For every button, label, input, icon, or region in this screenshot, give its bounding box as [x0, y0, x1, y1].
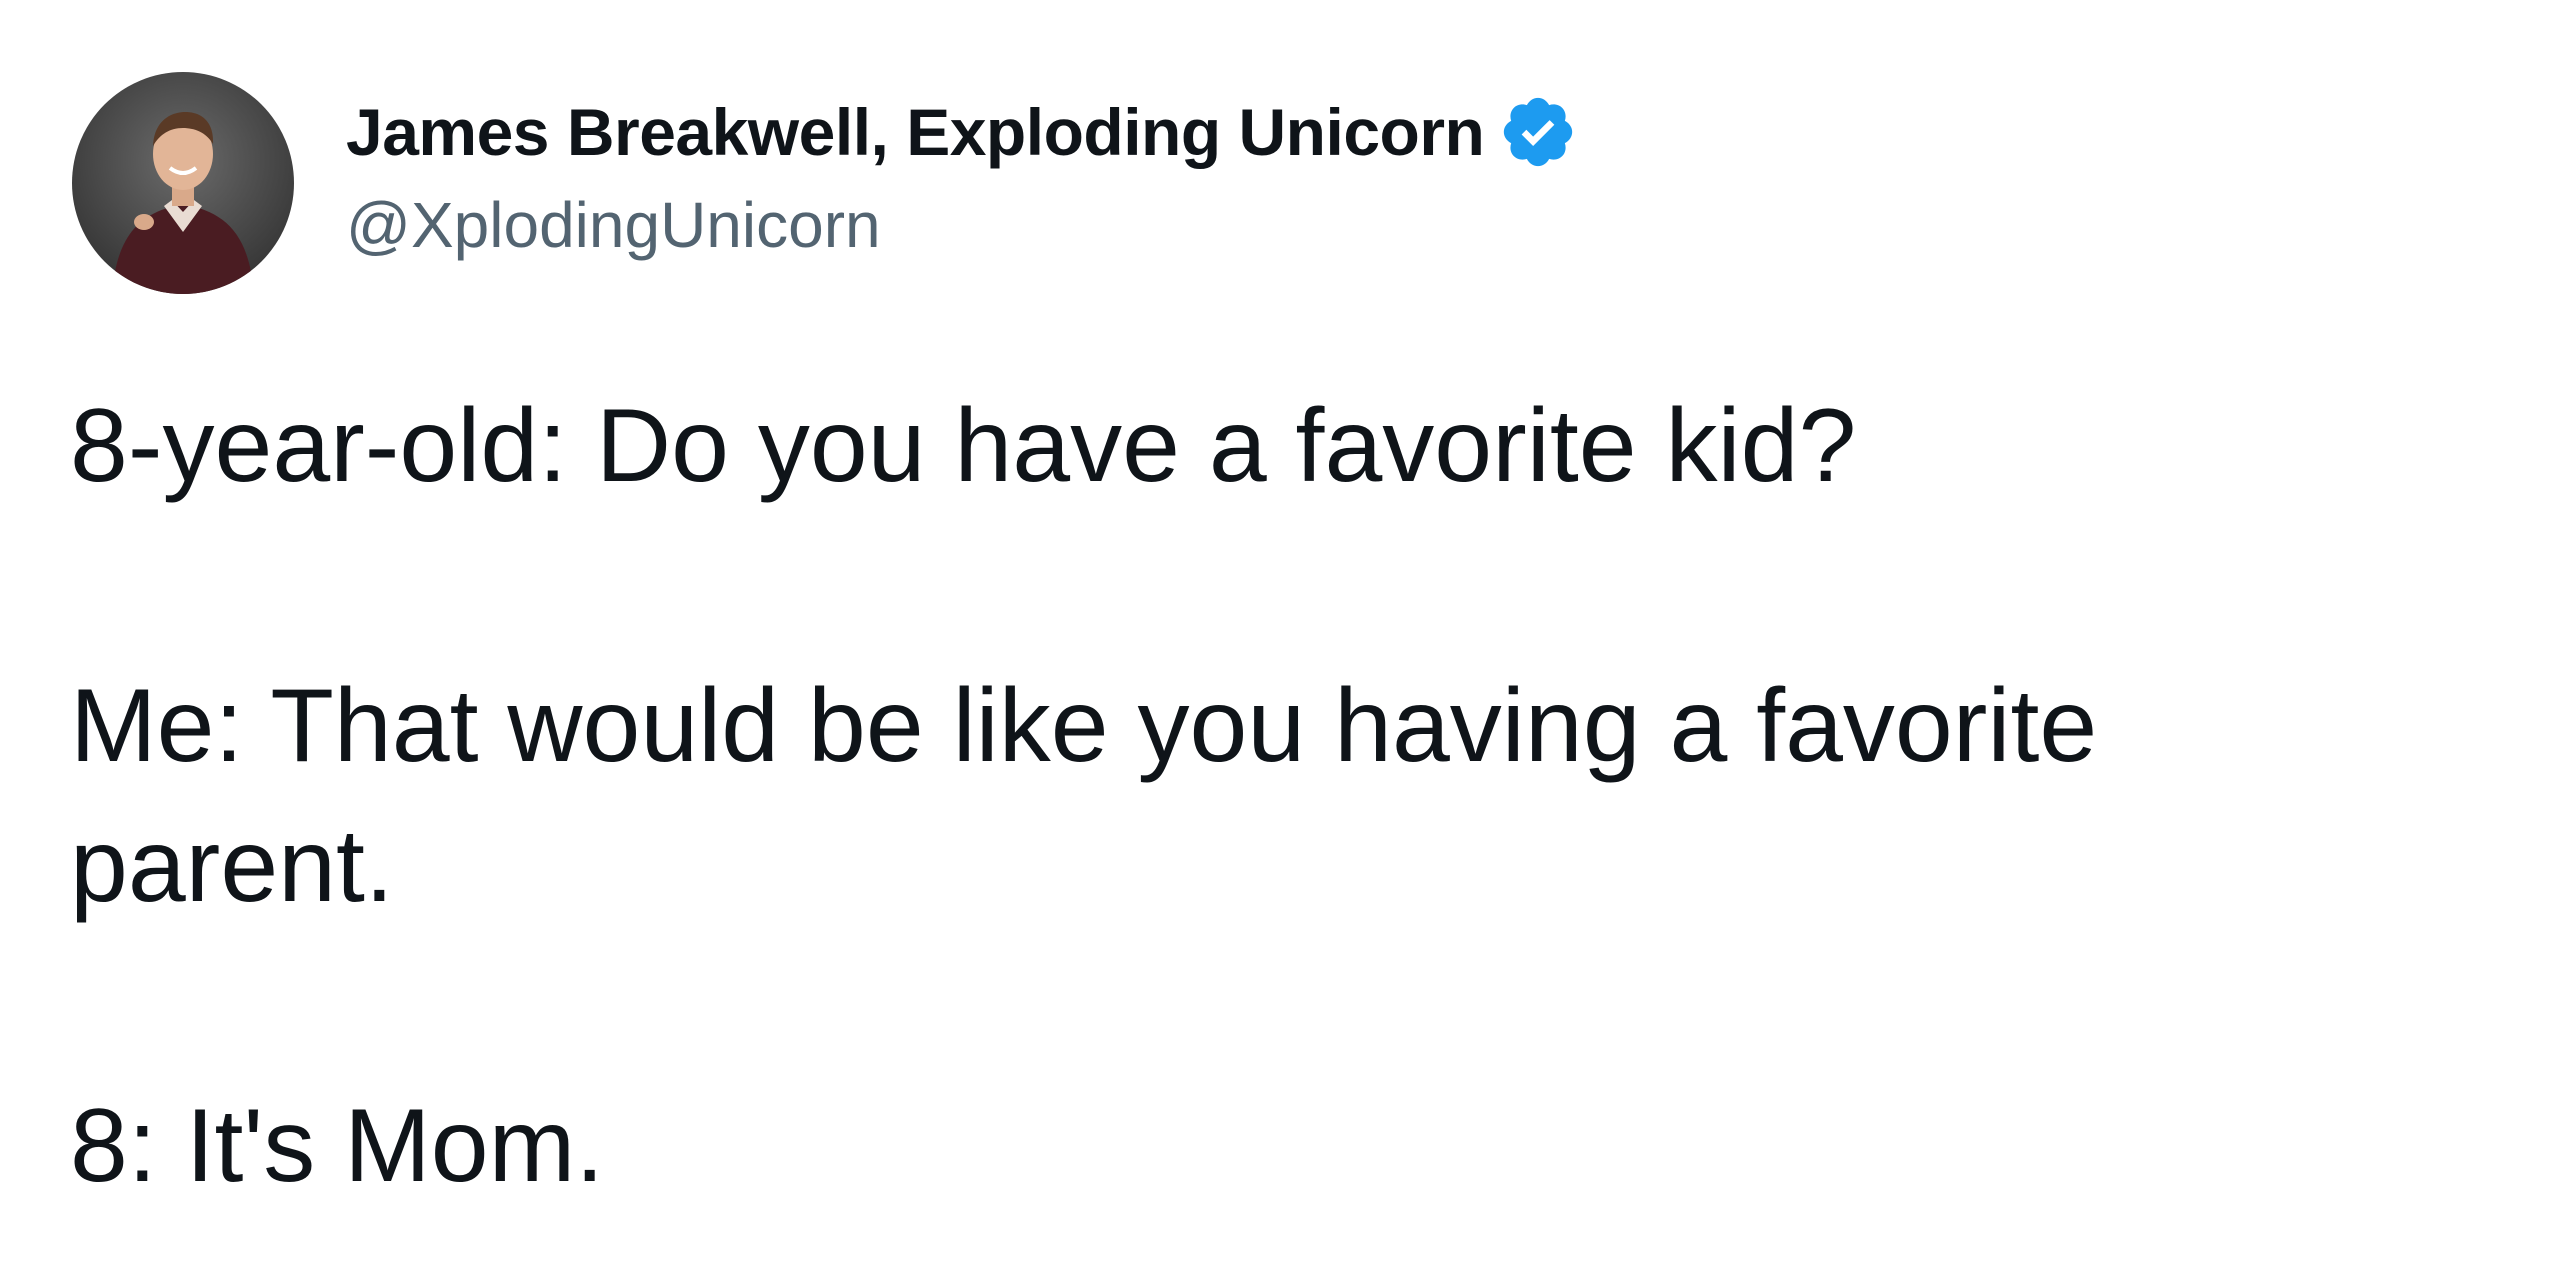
avatar-photo	[72, 72, 294, 294]
author-name-row: James Breakwell, Exploding Unicorn	[346, 92, 1578, 172]
author-handle[interactable]: @XplodingUnicorn	[346, 188, 881, 262]
tweet-line: 8: It's Mom.	[70, 1088, 605, 1204]
tweet-text: 8-year-old: Do you have a favorite kid? …	[70, 376, 2270, 1216]
verified-badge-icon	[1498, 92, 1578, 172]
tweet-line: 8-year-old: Do you have a favorite kid?	[70, 388, 1857, 504]
author-display-name[interactable]: James Breakwell, Exploding Unicorn	[346, 94, 1485, 170]
author-avatar[interactable]	[72, 72, 294, 294]
tweet-line: Me: That would be like you having a favo…	[70, 668, 2098, 784]
tweet-card: James Breakwell, Exploding Unicorn @Xplo…	[0, 0, 2560, 1272]
tweet-line: parent.	[70, 808, 394, 924]
